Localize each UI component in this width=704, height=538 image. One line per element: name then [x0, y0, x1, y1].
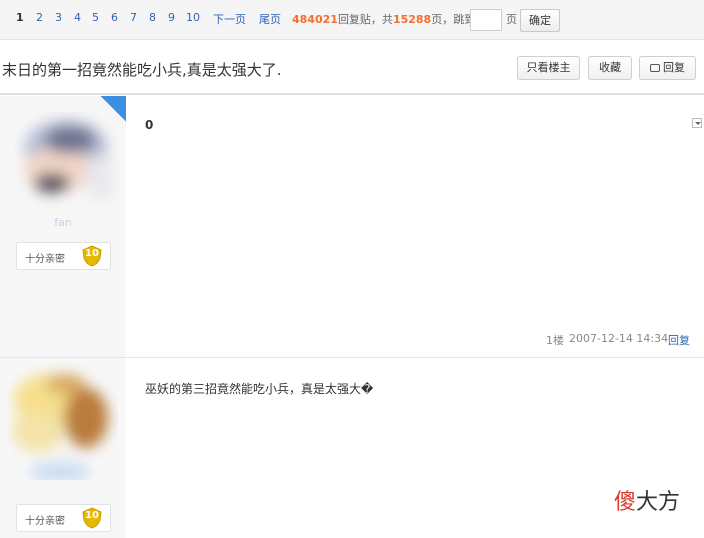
floor-number: 1楼 [546, 334, 564, 347]
pager: 1 2 3 4 5 6 7 8 9 10 下一页 尾页 484021回复贴，共1… [0, 0, 704, 40]
last-page-link[interactable]: 尾页 [259, 11, 281, 27]
post-content: 0 [145, 118, 154, 132]
avatar[interactable] [8, 360, 120, 480]
reply-count-info: 484021回复贴，共15288页，跳到 [292, 11, 475, 27]
level-number: 10 [85, 248, 99, 259]
only-op-button[interactable]: 只看楼主 [517, 56, 580, 80]
thread-title: 末日的第一招竟然能吃小兵,真是太强大了. [2, 61, 282, 79]
page-link-9[interactable]: 9 [168, 11, 175, 24]
watermark: 傻大方 [614, 484, 680, 516]
page-link-8[interactable]: 8 [149, 11, 156, 24]
reply-button-label: 回复 [663, 61, 685, 74]
post-floor-1: fan 十分亲密 10 0 1楼 2007-12-14 14:34 回复 [0, 96, 704, 358]
level-name: 十分亲密 [25, 254, 65, 265]
page-link-1[interactable]: 1 [16, 11, 24, 24]
page-link-2[interactable]: 2 [36, 11, 43, 24]
page-total: 15288 [392, 13, 432, 26]
reply-icon [650, 64, 660, 72]
jump-page-input[interactable] [470, 9, 502, 31]
thread-title-bar: 末日的第一招竟然能吃小兵,真是太强大了. 只看楼主 收藏 回复 [0, 41, 704, 95]
page-link-3[interactable]: 3 [55, 11, 62, 24]
jump-unit-label: 页 [506, 13, 517, 26]
page-link-5[interactable]: 5 [92, 11, 99, 24]
post-time: 2007-12-14 14:34 [569, 332, 669, 345]
level-badge: 十分亲密 10 [16, 504, 111, 532]
level-badge: 十分亲密 10 [16, 242, 111, 270]
page-link-10[interactable]: 10 [186, 11, 200, 24]
post-floor-2: 十分亲密 10 巫妖的第三招竟然能吃小兵，真是太强大� [0, 358, 704, 538]
post-content: 巫妖的第三招竟然能吃小兵，真是太强大� [145, 382, 374, 396]
page-link-6[interactable]: 6 [111, 11, 118, 24]
page-link-7[interactable]: 7 [130, 11, 137, 24]
level-number: 10 [85, 510, 99, 521]
post-reply-link[interactable]: 回复 [668, 332, 690, 348]
next-page-link[interactable]: 下一页 [213, 11, 246, 27]
page-total-suffix: 页，跳到 [431, 13, 476, 26]
jump-confirm-button[interactable]: 确定 [520, 9, 560, 32]
reply-button[interactable]: 回复 [639, 56, 696, 80]
watermark-part2: 大方 [636, 490, 681, 515]
author-panel: 十分亲密 10 [0, 358, 126, 538]
reply-count-suffix: 回复贴，共 [337, 13, 393, 26]
username[interactable]: fan [0, 216, 126, 229]
author-panel: fan 十分亲密 10 [0, 96, 126, 357]
watermark-part1: 傻 [614, 490, 637, 515]
reply-count: 484021 [292, 13, 338, 26]
favorite-button[interactable]: 收藏 [588, 56, 632, 80]
page-link-4[interactable]: 4 [74, 11, 81, 24]
level-name: 十分亲密 [25, 516, 65, 527]
moderator-badge [88, 96, 126, 134]
post-menu-icon[interactable] [692, 118, 702, 128]
